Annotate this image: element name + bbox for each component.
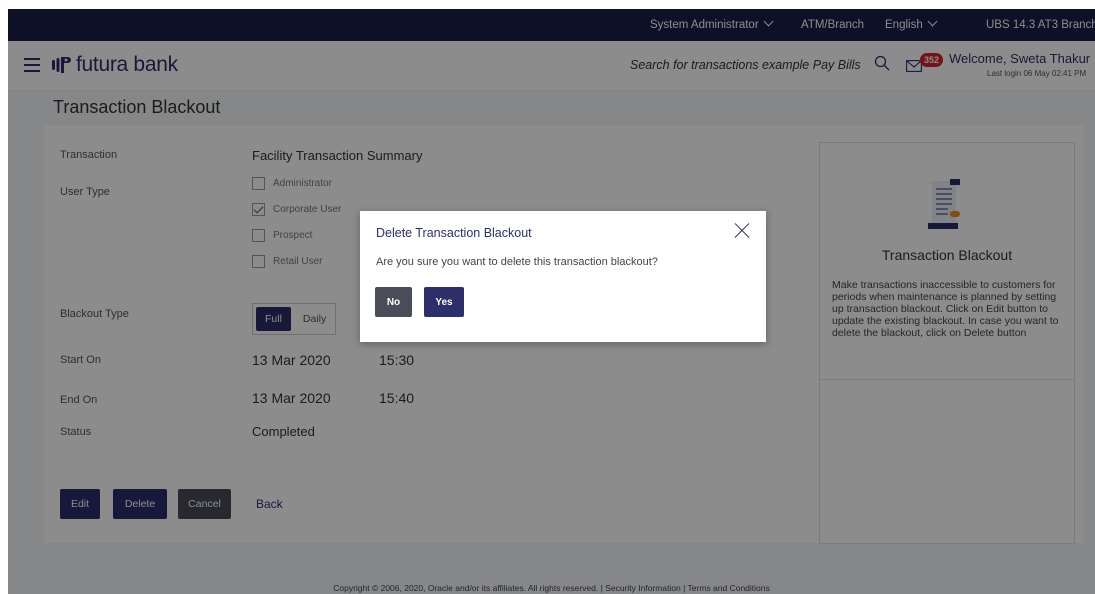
no-button[interactable]: No (375, 287, 412, 317)
dialog-message: Are you sure you want to delete this tra… (376, 256, 658, 268)
app-frame: System Administrator ATM/Branch English … (8, 9, 1095, 594)
dialog-title: Delete Transaction Blackout (376, 226, 532, 240)
delete-confirmation-dialog: Delete Transaction Blackout Are you sure… (360, 211, 766, 342)
yes-button[interactable]: Yes (424, 287, 464, 317)
close-icon[interactable] (734, 223, 750, 239)
